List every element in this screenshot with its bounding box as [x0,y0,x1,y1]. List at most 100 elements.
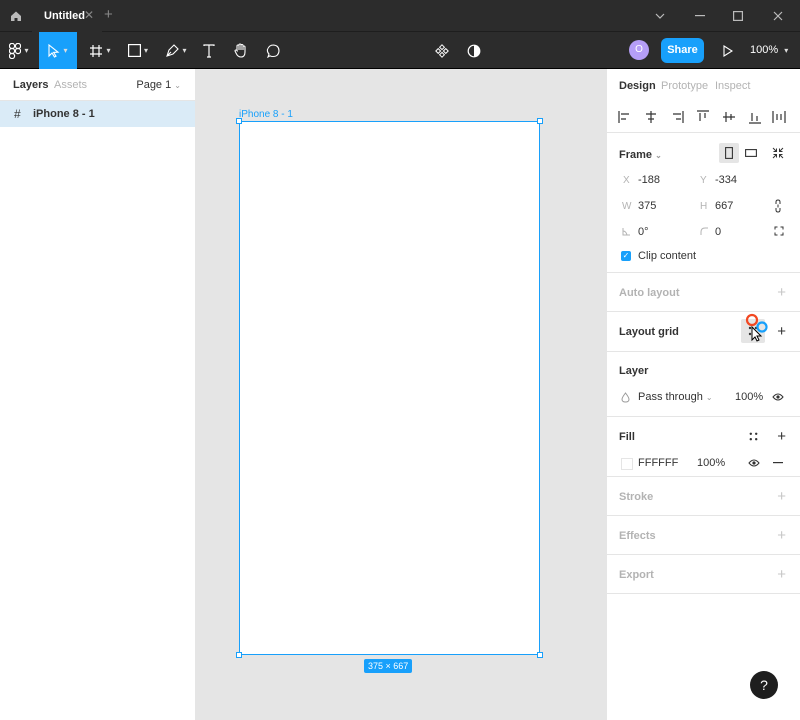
blend-mode-value: Pass through [638,391,703,403]
toolbar: ▾ ▾ ▾ ▾ ▾ O Share 100% ▾ [0,32,800,69]
effects-title: Effects [619,530,656,542]
height-field[interactable]: 667 [715,200,733,212]
align-horizontal-center-icon[interactable] [643,109,659,125]
tab-prototype[interactable]: Prototype [661,80,708,92]
share-button[interactable]: Share [661,38,704,63]
align-right-icon[interactable] [669,109,685,125]
frame-hash-icon [90,44,103,57]
layout-grid-title: Layout grid [619,326,679,338]
layer-title: Layer [619,365,649,377]
align-vertical-center-icon[interactable] [721,109,737,125]
zoom-level: 100% [750,44,779,56]
add-fill-icon[interactable]: + [777,429,786,444]
layer-section: Layer Pass through ⌄ 100% [607,352,800,417]
tab-inspect[interactable]: Inspect [715,80,750,92]
remove-fill-icon[interactable] [773,462,783,464]
title-bar: Untitled ✕ + [0,0,800,32]
close-window-icon[interactable] [758,0,798,32]
chevron-down-icon: ⌄ [705,393,713,402]
portrait-icon [725,147,733,159]
move-tool-button[interactable]: ▾ [39,32,77,69]
resize-handle-top-right[interactable] [537,118,543,124]
resize-to-fit-icon[interactable] [772,147,784,159]
x-field[interactable]: -188 [638,174,660,186]
clip-content-label: Clip content [638,250,697,262]
corner-radius-field[interactable]: 0 [715,226,721,238]
add-auto-layout-icon[interactable]: + [777,285,786,300]
resize-handle-bottom-left[interactable] [236,652,242,658]
present-button[interactable] [718,32,738,69]
y-field[interactable]: -334 [715,174,737,186]
new-tab-icon[interactable]: + [104,7,113,23]
pen-tool-button[interactable]: ▾ [158,32,194,69]
canvas[interactable]: iPhone 8 - 1 375 × 667 [196,69,606,720]
tab-assets[interactable]: Assets [54,79,87,91]
hand-icon [234,43,246,58]
close-tab-icon[interactable]: ✕ [84,9,96,21]
distribute-icon[interactable] [771,109,787,125]
frame-label[interactable]: iPhone 8 - 1 [239,109,293,120]
chevron-down-icon: ⌄ [655,151,662,160]
styles-grid-icon[interactable] [749,432,758,441]
frame[interactable] [239,121,540,655]
page-selector[interactable]: Page 1 ⌄ [136,79,181,91]
rotation-field[interactable]: 0° [638,226,649,238]
fill-opacity-field[interactable]: 100% [697,457,725,469]
h-label: H [700,201,708,212]
tab-design[interactable]: Design [619,80,656,92]
theme-toggle-button[interactable] [463,32,485,69]
add-stroke-icon[interactable]: + [777,489,786,504]
stroke-section: Stroke + [607,477,800,516]
constrain-proportions-icon[interactable] [774,199,782,213]
width-field[interactable]: 375 [638,200,656,212]
clip-content-checkbox[interactable]: ✓ [621,251,631,261]
rectangle-icon [127,44,141,57]
eye-icon[interactable] [748,459,760,467]
avatar[interactable]: O [629,40,649,60]
independent-corners-icon[interactable] [774,226,784,236]
corner-radius-icon [700,227,708,235]
components-button[interactable] [431,32,453,69]
align-left-icon[interactable] [617,109,633,125]
fill-color-swatch[interactable] [621,458,633,470]
layer-opacity-field[interactable]: 100% [735,391,763,403]
portrait-button[interactable] [719,143,739,163]
export-title: Export [619,569,654,581]
frame-hash-icon: # [14,107,21,121]
maximize-icon[interactable] [718,0,758,32]
landscape-button[interactable] [741,143,761,163]
align-bottom-icon[interactable] [747,109,763,125]
w-label: W [622,201,632,212]
frame-type-selector[interactable]: Frame ⌄ [619,149,662,161]
resize-handle-top-left[interactable] [236,118,242,124]
align-top-icon[interactable] [695,109,711,125]
chevron-down-icon: ▾ [63,46,68,55]
resize-handle-bottom-right[interactable] [537,652,543,658]
blend-mode-select[interactable]: Pass through ⌄ [638,391,713,403]
text-tool-button[interactable] [197,32,221,69]
alignment-toolbar [607,101,800,133]
frame-tool-button[interactable]: ▾ [82,32,118,69]
tab-layers[interactable]: Layers [13,79,48,91]
add-layout-grid-icon[interactable]: + [777,324,786,339]
shape-tool-button[interactable]: ▾ [120,32,156,69]
comment-tool-button[interactable] [261,32,285,69]
frame-dimensions-badge: 375 × 667 [364,659,413,673]
layer-name: iPhone 8 - 1 [33,108,95,120]
help-button[interactable]: ? [750,671,778,699]
zoom-menu[interactable]: 100% ▾ [750,32,788,69]
hand-tool-button[interactable] [229,32,253,69]
add-export-icon[interactable]: + [777,567,786,582]
chevron-down-icon: ▾ [784,46,789,55]
chevron-down-icon[interactable] [640,0,680,32]
main-menu-button[interactable]: ▾ [0,32,38,69]
eye-icon[interactable] [772,393,784,401]
minimize-icon[interactable] [680,0,720,32]
landscape-icon [745,149,757,157]
home-icon[interactable] [0,0,32,32]
fill-hex-field[interactable]: FFFFFF [638,457,678,469]
layer-row[interactable]: # iPhone 8 - 1 [0,101,195,127]
layout-grid-section: Layout grid + [607,312,800,352]
chevron-down-icon: ▾ [143,46,148,55]
add-effect-icon[interactable]: + [777,528,786,543]
